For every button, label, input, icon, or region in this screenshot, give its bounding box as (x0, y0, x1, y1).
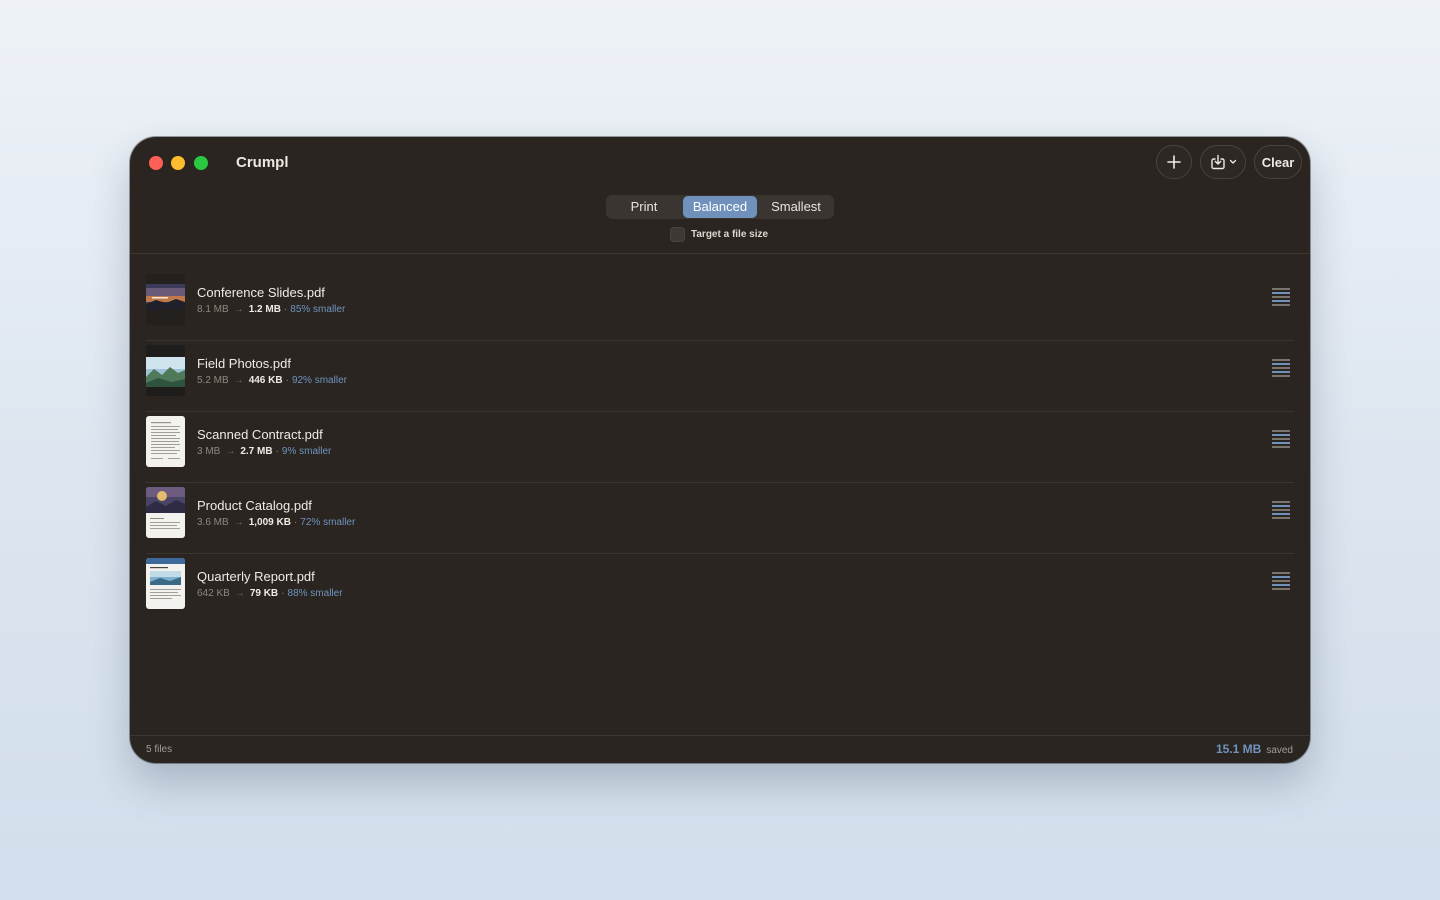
file-row[interactable]: Product Catalog.pdf 3.6 MB → 1,009 KB · … (130, 483, 1310, 554)
arrow-right-icon: → (234, 588, 245, 599)
file-row[interactable]: Quarterly Report.pdf 642 KB → 79 KB · 88… (130, 554, 1310, 625)
reduction-percent: 9% smaller (281, 446, 332, 457)
file-row[interactable]: Field Photos.pdf 5.2 MB → 446 KB · 92% s… (130, 341, 1310, 412)
clear-button[interactable]: Clear (1254, 145, 1302, 179)
savings-summary: 15.1 MB saved (1216, 742, 1293, 756)
divider (130, 253, 1310, 254)
saved-amount: 15.1 MB (1215, 742, 1262, 756)
file-size-info: 3.6 MB → 1,009 KB · 72% smaller (197, 517, 355, 528)
drag-handle-icon[interactable] (1272, 288, 1290, 306)
app-title: Crumpl (236, 154, 289, 171)
add-files-button[interactable] (1156, 145, 1192, 179)
separator-dot: · (281, 588, 285, 599)
file-count: 5 files (146, 744, 173, 755)
original-size: 3 MB (197, 446, 221, 457)
preset-print[interactable]: Print (607, 196, 681, 218)
file-name: Scanned Contract.pdf (197, 427, 323, 442)
reduction-percent: 72% smaller (300, 517, 356, 528)
drag-handle-icon[interactable] (1272, 359, 1290, 377)
file-name: Field Photos.pdf (197, 356, 291, 371)
file-size-info: 642 KB → 79 KB · 88% smaller (197, 588, 343, 599)
file-name: Conference Slides.pdf (197, 285, 325, 300)
file-thumbnail (146, 487, 185, 538)
compressed-size: 2.7 MB (240, 446, 273, 457)
target-size-label: Target a file size (691, 229, 769, 240)
separator-dot: · (275, 446, 279, 457)
chevron-down-icon (1229, 159, 1237, 164)
file-thumbnail (146, 558, 185, 609)
original-size: 8.1 MB (197, 304, 229, 315)
file-name: Product Catalog.pdf (197, 498, 312, 513)
arrow-right-icon: → (233, 304, 244, 315)
file-size-info: 3 MB → 2.7 MB · 9% smaller (197, 446, 331, 457)
drag-handle-icon[interactable] (1272, 572, 1290, 590)
compressed-size: 446 KB (248, 375, 283, 386)
original-size: 3.6 MB (197, 517, 229, 528)
file-thumbnail (146, 274, 185, 325)
file-list: Conference Slides.pdf 8.1 MB → 1.2 MB · … (130, 270, 1310, 625)
target-size-checkbox[interactable] (670, 227, 685, 242)
preset-segmented-control: Print Balanced Smallest (606, 195, 834, 219)
reduction-percent: 92% smaller (291, 375, 347, 386)
separator-dot: · (293, 517, 298, 528)
saved-label: saved (1266, 745, 1293, 756)
minimize-window-button[interactable] (171, 156, 185, 170)
arrow-right-icon: → (225, 446, 236, 457)
preset-balanced[interactable]: Balanced (683, 196, 757, 218)
zoom-window-button[interactable] (194, 156, 208, 170)
file-size-info: 5.2 MB → 446 KB · 92% smaller (197, 375, 347, 386)
close-window-button[interactable] (149, 156, 163, 170)
file-thumbnail (146, 345, 185, 396)
arrow-right-icon: → (233, 517, 244, 528)
original-size: 642 KB (197, 588, 230, 599)
save-to-disk-icon (1211, 154, 1225, 170)
drag-handle-icon[interactable] (1272, 501, 1290, 519)
separator-dot: · (285, 375, 289, 386)
file-name: Quarterly Report.pdf (197, 569, 315, 584)
file-row[interactable]: Scanned Contract.pdf 3 MB → 2.7 MB · 9% … (130, 412, 1310, 483)
export-menu-button[interactable] (1200, 145, 1246, 179)
original-size: 5.2 MB (197, 375, 229, 386)
file-thumbnail (146, 416, 185, 467)
titlebar: Crumpl Clear (130, 137, 1310, 189)
separator-dot: · (283, 304, 288, 315)
file-size-info: 8.1 MB → 1.2 MB · 85% smaller (197, 304, 345, 315)
compressed-size: 1,009 KB (248, 517, 291, 528)
compressed-size: 79 KB (249, 588, 279, 599)
reduction-percent: 85% smaller (290, 304, 346, 315)
drag-handle-icon[interactable] (1272, 430, 1290, 448)
divider (130, 735, 1310, 736)
preset-smallest[interactable]: Smallest (759, 196, 833, 218)
arrow-right-icon: → (233, 375, 244, 386)
target-size-option: Target a file size (670, 227, 768, 242)
file-row[interactable]: Conference Slides.pdf 8.1 MB → 1.2 MB · … (130, 270, 1310, 341)
app-window: Crumpl Clear Print Balanced Smallest Tar… (130, 137, 1310, 763)
reduction-percent: 88% smaller (287, 588, 343, 599)
compressed-size: 1.2 MB (248, 304, 281, 315)
plus-icon (1167, 155, 1181, 169)
